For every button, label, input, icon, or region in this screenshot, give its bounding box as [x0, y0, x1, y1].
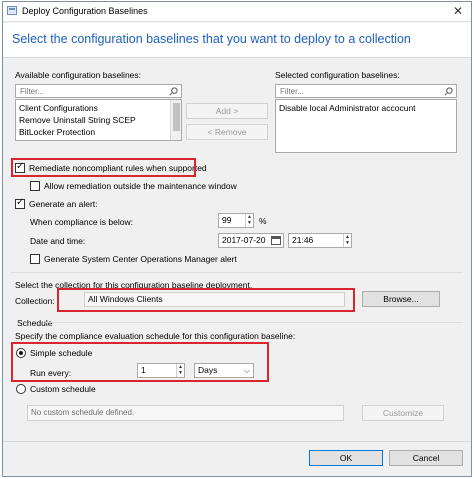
schedule-group-title: Schedule: [17, 318, 53, 328]
schedule-instruction: Specify the compliance evaluation schedu…: [15, 331, 296, 341]
search-icon: [169, 87, 178, 96]
add-button[interactable]: Add >: [186, 103, 268, 119]
remove-button[interactable]: < Remove: [186, 124, 268, 140]
customize-button[interactable]: Customize: [362, 405, 444, 421]
list-item[interactable]: Disable local Administrator accocunt: [279, 103, 416, 113]
selected-list[interactable]: Disable local Administrator accocunt: [275, 99, 457, 153]
compliance-unit: %: [259, 216, 267, 226]
collection-label: Collection:: [15, 296, 55, 306]
ok-button[interactable]: OK: [309, 450, 383, 466]
compliance-label: When compliance is below:: [30, 217, 133, 227]
browse-button[interactable]: Browse...: [362, 291, 440, 307]
page-heading: Select the configuration baselines that …: [12, 32, 411, 46]
scom-alert-label: Generate System Center Operations Manage…: [44, 254, 237, 264]
custom-schedule-field: No custom schedule defined.: [27, 405, 344, 421]
date-value: 2017-07-20: [222, 235, 266, 245]
custom-schedule-radio[interactable]: [16, 384, 26, 394]
custom-schedule-label: Custom schedule: [30, 384, 96, 394]
scroll-thumb[interactable]: [173, 103, 180, 131]
spin-arrows-icon[interactable]: ▲ ▼: [343, 234, 351, 247]
available-list[interactable]: Client Configurations Remove Uninstall S…: [15, 99, 182, 141]
window-title: Deploy Configuration Baselines: [22, 6, 148, 16]
selected-label: Selected configuration baselines:: [275, 70, 400, 80]
selected-filter-placeholder: Filter...: [280, 87, 305, 96]
highlight-box: [11, 158, 196, 177]
generate-alert-label: Generate an alert:: [29, 199, 98, 209]
available-scrollbar[interactable]: [170, 100, 181, 140]
footer-divider: [3, 441, 471, 442]
allow-outside-checkbox[interactable]: [30, 181, 40, 191]
available-filter-input[interactable]: Filter...: [15, 84, 182, 98]
date-picker[interactable]: 2017-07-20: [218, 233, 284, 248]
divider: [46, 322, 463, 323]
app-icon: [7, 6, 17, 15]
available-filter-placeholder: Filter...: [20, 87, 45, 96]
selected-filter-input[interactable]: Filter...: [275, 84, 457, 98]
time-stepper[interactable]: 21:46 ▲ ▼: [288, 233, 352, 248]
datetime-label: Date and time:: [30, 236, 86, 246]
time-value: 21:46: [292, 235, 314, 245]
spin-arrows-icon[interactable]: ▲ ▼: [245, 214, 253, 227]
search-icon: [444, 87, 453, 96]
highlight-box: [57, 288, 355, 312]
calendar-icon[interactable]: [271, 236, 281, 245]
generate-alert-checkbox[interactable]: [15, 197, 25, 209]
compliance-stepper[interactable]: 99 ▲ ▼: [218, 213, 254, 228]
list-item[interactable]: Client Configurations: [19, 103, 98, 113]
compliance-value: 99: [222, 215, 232, 225]
available-label: Available configuration baselines:: [15, 70, 142, 80]
cancel-button[interactable]: Cancel: [389, 450, 463, 466]
scom-alert-checkbox[interactable]: [30, 254, 40, 264]
allow-outside-label: Allow remediation outside the maintenanc…: [44, 181, 237, 191]
list-item[interactable]: Remove Uninstall String SCEP: [19, 115, 136, 125]
list-item[interactable]: BitLocker Protection: [19, 127, 95, 137]
divider: [11, 272, 463, 273]
highlight-box: [11, 342, 269, 382]
close-button[interactable]: ✕: [449, 4, 467, 18]
